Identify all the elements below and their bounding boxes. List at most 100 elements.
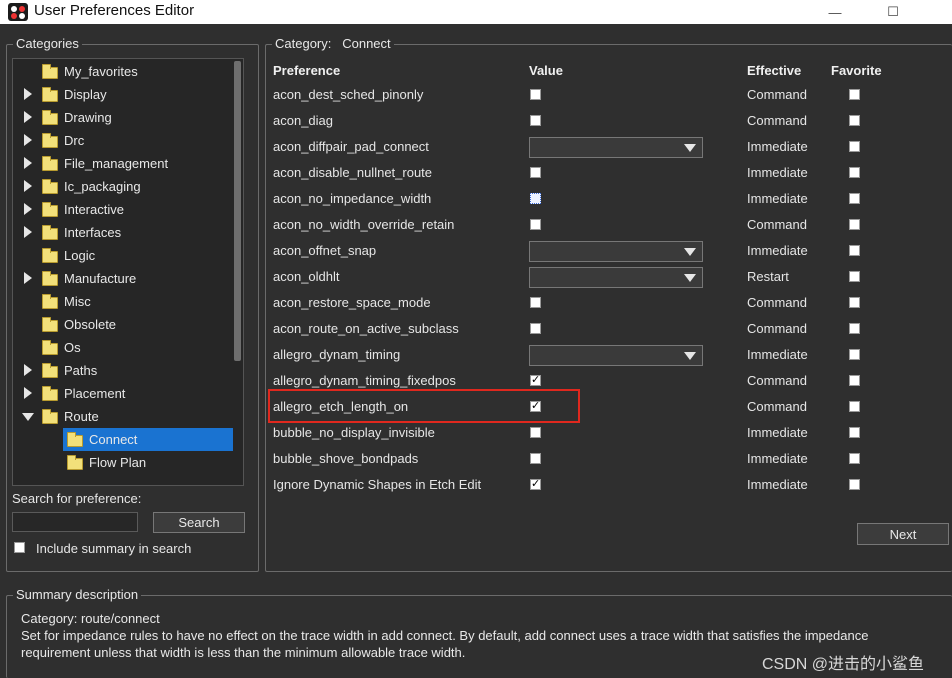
effective-value: Command xyxy=(747,87,807,102)
tree-item-label: Drawing xyxy=(64,110,112,125)
tree-item[interactable]: My_favorites xyxy=(13,60,233,83)
favorite-checkbox[interactable] xyxy=(849,89,860,100)
tree-item[interactable]: Misc xyxy=(13,290,233,313)
tree-item[interactable]: Connect xyxy=(13,428,233,451)
watermark: CSDN @进击的小鲨鱼 xyxy=(762,656,925,673)
tree-item[interactable]: Logic xyxy=(13,244,233,267)
tree-item-label: Connect xyxy=(89,432,138,447)
favorite-checkbox[interactable] xyxy=(849,141,860,152)
effective-value: Immediate xyxy=(747,477,808,492)
chevron-right-icon[interactable] xyxy=(24,387,32,399)
favorite-checkbox[interactable] xyxy=(849,245,860,256)
chevron-down-icon[interactable] xyxy=(22,413,34,421)
value-dropdown[interactable] xyxy=(529,137,703,158)
tree-item-label: Interactive xyxy=(64,202,124,217)
category-tree[interactable]: My_favorites Display Drawing Drc File_manage… xyxy=(12,58,244,486)
tree-item[interactable]: File_management xyxy=(13,152,233,175)
chevron-down-icon xyxy=(684,248,696,256)
favorite-checkbox[interactable] xyxy=(849,453,860,464)
header-effective: Effective xyxy=(747,63,802,78)
value-checkbox[interactable] xyxy=(530,167,541,178)
include-summary-checkbox[interactable] xyxy=(14,542,25,553)
tree-item[interactable]: Ic_packaging xyxy=(13,175,233,198)
favorite-checkbox[interactable] xyxy=(849,323,860,334)
tree-scrollbar[interactable] xyxy=(234,61,241,361)
value-dropdown[interactable] xyxy=(529,267,703,288)
tree-item[interactable]: Drawing xyxy=(13,106,233,129)
chevron-right-icon[interactable] xyxy=(24,88,32,100)
effective-value: Command xyxy=(747,321,807,336)
favorite-checkbox[interactable] xyxy=(849,193,860,204)
summary-category: Category: route/connect xyxy=(21,611,160,626)
tree-item-label: Misc xyxy=(64,294,91,309)
tree-item[interactable]: Placement xyxy=(13,382,233,405)
value-checkbox[interactable] xyxy=(530,115,541,126)
chevron-right-icon[interactable] xyxy=(24,134,32,146)
effective-value: Command xyxy=(747,295,807,310)
tree-item[interactable]: Interactive xyxy=(13,198,233,221)
chevron-down-icon xyxy=(684,144,696,152)
chevron-right-icon[interactable] xyxy=(24,364,32,376)
value-checkbox[interactable] xyxy=(530,89,541,100)
highlight-box xyxy=(268,389,580,423)
value-checkbox[interactable]: ✓ xyxy=(530,375,541,386)
tree-item[interactable]: Display xyxy=(13,83,233,106)
preference-name: acon_no_impedance_width xyxy=(273,191,432,206)
value-checkbox[interactable] xyxy=(530,323,541,334)
value-checkbox[interactable] xyxy=(530,297,541,308)
header-favorite: Favorite xyxy=(831,63,882,78)
preference-name: acon_offnet_snap xyxy=(273,243,377,258)
favorite-checkbox[interactable] xyxy=(849,479,860,490)
value-checkbox[interactable]: ✓ xyxy=(530,479,541,490)
effective-value: Command xyxy=(747,399,807,414)
tree-item[interactable]: Drc xyxy=(13,129,233,152)
folder-icon xyxy=(42,64,58,79)
folder-icon xyxy=(42,271,58,286)
folder-icon xyxy=(42,409,58,424)
value-checkbox[interactable] xyxy=(530,453,541,464)
tree-item-label: Route xyxy=(64,409,99,424)
favorite-checkbox[interactable] xyxy=(849,297,860,308)
value-checkbox[interactable] xyxy=(530,427,541,438)
chevron-right-icon[interactable] xyxy=(24,111,32,123)
value-checkbox[interactable] xyxy=(530,193,541,204)
tree-item[interactable]: Paths xyxy=(13,359,233,382)
app-logo-icon xyxy=(8,3,28,21)
chevron-right-icon[interactable] xyxy=(24,203,32,215)
favorite-checkbox[interactable] xyxy=(849,115,860,126)
search-input[interactable] xyxy=(12,512,138,532)
effective-value: Immediate xyxy=(747,425,808,440)
chevron-right-icon[interactable] xyxy=(24,226,32,238)
tree-item[interactable]: Os xyxy=(13,336,233,359)
favorite-checkbox[interactable] xyxy=(849,219,860,230)
value-dropdown[interactable] xyxy=(529,241,703,262)
category-title-value: Connect xyxy=(342,36,391,51)
value-checkbox[interactable] xyxy=(530,219,541,230)
favorite-checkbox[interactable] xyxy=(849,427,860,438)
favorite-checkbox[interactable] xyxy=(849,375,860,386)
maximize-icon[interactable]: ☐ xyxy=(870,0,916,24)
favorite-checkbox[interactable] xyxy=(849,401,860,412)
chevron-right-icon[interactable] xyxy=(24,272,32,284)
minimize-icon[interactable]: — xyxy=(812,0,858,24)
folder-icon xyxy=(42,156,58,171)
tree-item[interactable]: Route xyxy=(13,405,233,428)
value-dropdown[interactable] xyxy=(529,345,703,366)
tree-item[interactable]: Interfaces xyxy=(13,221,233,244)
tree-item[interactable]: Flow Plan xyxy=(13,451,233,474)
tree-item-label: Drc xyxy=(64,133,85,148)
search-button[interactable]: Search xyxy=(153,512,245,533)
preference-name: acon_no_width_override_retain xyxy=(273,217,455,232)
favorite-checkbox[interactable] xyxy=(849,167,860,178)
favorite-checkbox[interactable] xyxy=(849,271,860,282)
folder-icon xyxy=(42,386,58,401)
tree-item[interactable]: Manufacture xyxy=(13,267,233,290)
favorite-checkbox[interactable] xyxy=(849,349,860,360)
tree-item[interactable]: Obsolete xyxy=(13,313,233,336)
preference-name: Ignore Dynamic Shapes in Etch Edit xyxy=(273,477,482,492)
chevron-right-icon[interactable] xyxy=(24,180,32,192)
window-title: User Preferences Editor xyxy=(34,2,195,19)
preference-name: acon_restore_space_mode xyxy=(273,295,431,310)
next-button[interactable]: Next xyxy=(857,523,949,545)
chevron-right-icon[interactable] xyxy=(24,157,32,169)
